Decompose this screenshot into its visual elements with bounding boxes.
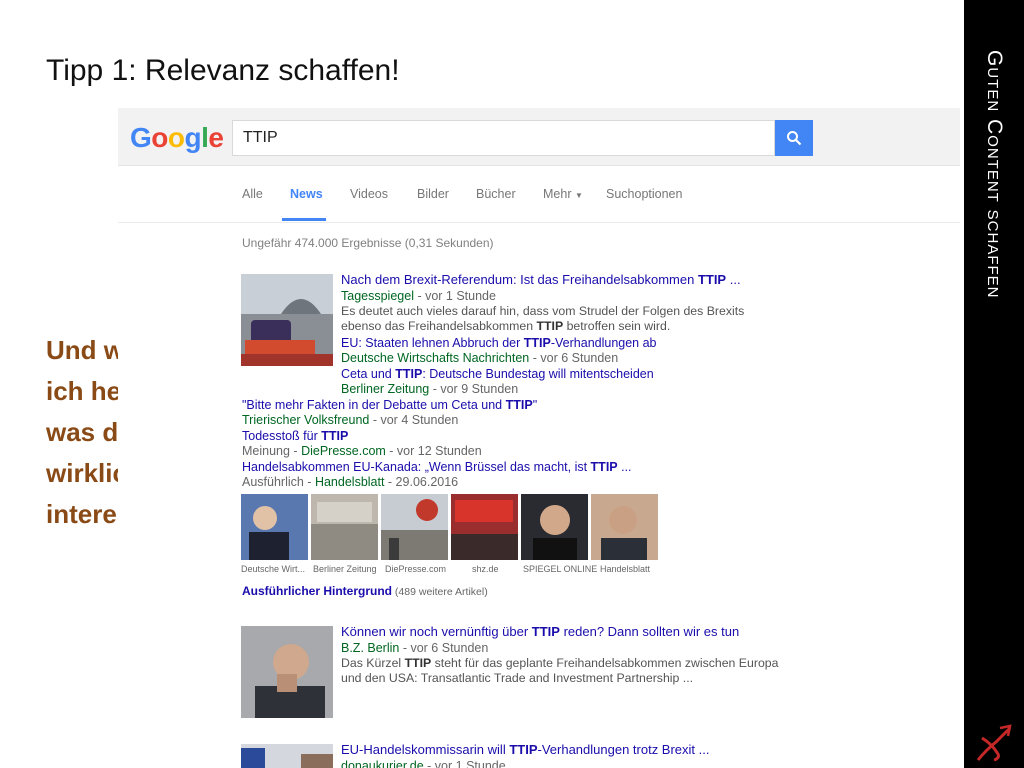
active-tab-indicator (282, 218, 326, 221)
search-input[interactable] (233, 121, 773, 155)
result-stats: Ungefähr 474.000 Ergebnisse (0,31 Sekund… (242, 236, 494, 250)
parliament-image (311, 494, 378, 560)
portrait-image (591, 494, 658, 560)
reichstag-image (241, 274, 333, 366)
google-logo[interactable]: Google (130, 122, 224, 154)
brand-logo-icon (976, 724, 1012, 762)
result-source: Tagesspiegel - vor 1 Stunde (341, 289, 496, 303)
tab-bilder[interactable]: Bilder (417, 187, 449, 201)
protest-image (381, 494, 448, 560)
image-source-label: shz.de (472, 564, 499, 574)
result-source: donaukurier.de - vor 1 Stunde (341, 759, 506, 768)
search-header: Google (118, 108, 960, 166)
result-title[interactable]: Nach dem Brexit-Referendum: Ist das Frei… (341, 272, 741, 287)
image-source-label: Berliner Zeitung (313, 564, 377, 574)
sub-result-source: Berliner Zeitung - vor 9 Stunden (341, 382, 519, 396)
news-image-thumbnail[interactable] (451, 494, 518, 560)
search-icon (787, 131, 802, 146)
tab-videos[interactable]: Videos (350, 187, 388, 201)
result-title[interactable]: EU-Handelskommissarin will TTIP-Verhandl… (341, 742, 709, 757)
result-thumbnail[interactable] (241, 626, 333, 718)
sub-result-source: Meinung - DiePresse.com - vor 12 Stunden (242, 444, 482, 458)
slide-title: Tipp 1: Relevanz schaffen! (46, 54, 400, 87)
demonstration-image (451, 494, 518, 560)
tab-mehr[interactable]: Mehr ▼ (543, 187, 583, 201)
search-tabs: Alle News Videos Bilder Bücher Mehr ▼ Su… (118, 166, 960, 223)
image-source-label: Deutsche Wirt... (241, 564, 306, 574)
image-source-label: DiePresse.com (385, 564, 447, 574)
result-snippet: Das Kürzel TTIP steht für das geplante F… (341, 656, 779, 685)
result-thumbnail[interactable] (241, 744, 333, 768)
flag-image (241, 744, 333, 768)
sub-result-title[interactable]: "Bitte mehr Fakten in der Debatte um Cet… (242, 398, 537, 412)
caret-down-icon: ▼ (574, 191, 583, 200)
news-image-thumbnail[interactable] (591, 494, 658, 560)
tab-buecher[interactable]: Bücher (476, 187, 516, 201)
google-screenshot: Google Alle News Videos Bilder Bücher Me… (118, 108, 960, 768)
sub-result-title[interactable]: Ceta und TTIP: Deutsche Bundestag will m… (341, 367, 654, 381)
news-image-thumbnail[interactable] (381, 494, 448, 560)
image-source-label: Handelsblatt (600, 564, 651, 574)
sub-result-source: Deutsche Wirtschafts Nachrichten - vor 6… (341, 351, 619, 365)
portrait-image (241, 626, 333, 718)
tab-alle[interactable]: Alle (242, 187, 263, 201)
sub-result-source: Trierischer Volksfreund - vor 4 Stunden (242, 413, 459, 427)
news-image-thumbnail[interactable] (521, 494, 588, 560)
tab-suchoptionen[interactable]: Suchoptionen (606, 187, 682, 201)
result-snippet: Es deutet auch vieles darauf hin, dass v… (341, 304, 745, 333)
sub-result-source: Ausführlich - Handelsblatt - 29.06.2016 (242, 475, 459, 489)
tab-news[interactable]: News (290, 187, 323, 201)
image-source-label: SPIEGEL ONLINE (523, 564, 598, 574)
news-image-thumbnail[interactable] (311, 494, 378, 560)
portrait-image (241, 494, 308, 560)
result-thumbnail[interactable] (241, 274, 333, 366)
search-button[interactable] (775, 120, 813, 156)
result-source: B.Z. Berlin - vor 6 Stunden (341, 641, 489, 655)
sub-result-title[interactable]: Handelsabkommen EU-Kanada: „Wenn Brüssel… (242, 460, 632, 474)
sub-result-title[interactable]: EU: Staaten lehnen Abbruch der TTIP-Verh… (341, 336, 657, 350)
sub-result-title[interactable]: Todesstoß für TTIP (242, 429, 348, 443)
more-articles-link[interactable]: Ausführlicher Hintergrund (242, 584, 392, 598)
search-box (232, 120, 775, 156)
side-band-title: Guten Content schaffen (983, 50, 1006, 299)
portrait-image (521, 494, 588, 560)
more-articles: Ausführlicher Hintergrund (489 weitere A… (242, 584, 488, 598)
news-image-thumbnail[interactable] (241, 494, 308, 560)
result-title[interactable]: Können wir noch vernünftig über TTIP red… (341, 624, 739, 639)
